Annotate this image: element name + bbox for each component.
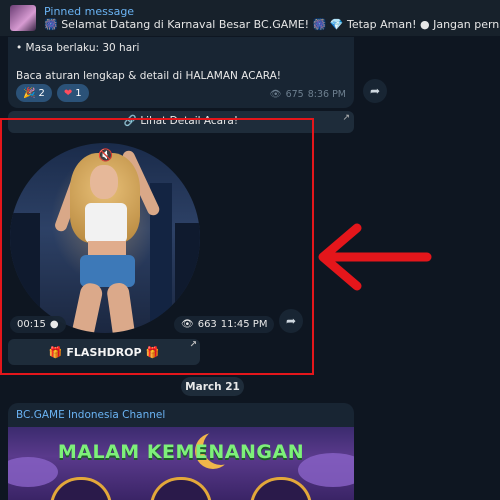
message-line (16, 55, 346, 69)
prize-frame (50, 477, 112, 500)
reaction-party[interactable]: 🎉 2 (16, 84, 52, 102)
reaction-emoji: ❤ (63, 87, 73, 99)
reaction-count: 1 (75, 87, 82, 99)
pinned-message-bar[interactable]: Pinned message 🎆 Selamat Datang di Karna… (0, 0, 500, 37)
banner-title: MALAM KEMENANGAN (57, 441, 305, 463)
red-arrow-icon (318, 223, 432, 291)
post-banner-image[interactable]: MALAM KEMENANGAN (8, 427, 354, 500)
reaction-emoji: 🎉 (23, 87, 36, 99)
external-link-icon: ↗ (342, 113, 350, 123)
prize-frame (150, 477, 212, 500)
message-feed: • Masa berlaku: 30 hari Baca aturan leng… (0, 37, 500, 500)
pinned-thumbnail (10, 5, 36, 31)
message-time: 8:36 PM (307, 89, 346, 100)
pinned-title: Pinned message (44, 4, 135, 18)
message-line: Baca aturan lengkap & detail di HALAMAN … (16, 70, 282, 82)
eye-icon: 👁 (269, 89, 282, 100)
channel-name[interactable]: BC.GAME Indonesia Channel (8, 403, 354, 427)
forward-icon: ➦ (369, 84, 381, 98)
reactions: 🎉 2 ❤ 1 (16, 84, 89, 102)
forward-button[interactable]: ➦ (363, 79, 387, 103)
message-bubble: • Masa berlaku: 30 hari Baca aturan leng… (8, 37, 354, 108)
message-meta: 👁 675 8:36 PM (270, 89, 346, 100)
prize-frame (250, 477, 312, 500)
date-divider: March 21 (181, 377, 244, 396)
pinned-content: Pinned message 🎆 Selamat Datang di Karna… (44, 5, 500, 32)
view-count: 675 (285, 89, 304, 100)
reaction-count: 2 (38, 87, 45, 99)
channel-post[interactable]: BC.GAME Indonesia Channel MALAM KEMENANG… (8, 403, 354, 500)
message-line: • Masa berlaku: 30 hari (16, 42, 140, 54)
reaction-heart[interactable]: ❤ 1 (56, 84, 89, 102)
highlight-box (0, 118, 314, 375)
pinned-text: 🎆 Selamat Datang di Karnaval Besar BC.GA… (44, 17, 500, 31)
